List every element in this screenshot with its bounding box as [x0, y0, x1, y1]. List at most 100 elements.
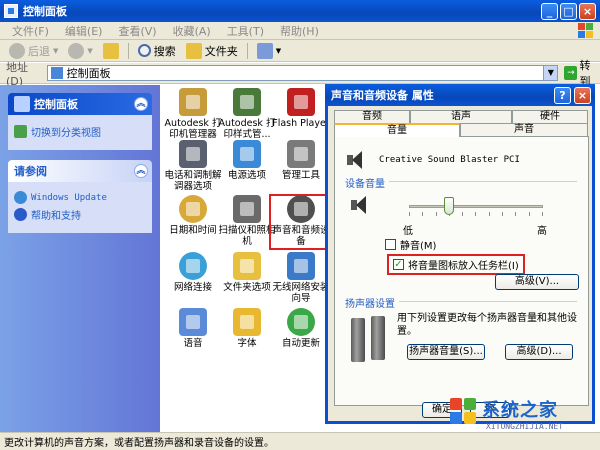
autodesk-plot-style-item[interactable]: Autodesk 打印样式管...	[218, 88, 276, 140]
minimize-button[interactable]: _	[541, 3, 558, 20]
chevron-down-icon[interactable]: ▼	[543, 66, 558, 80]
chevron-down-icon: ▼	[53, 46, 59, 55]
fonts-folder-icon	[233, 308, 261, 336]
collapse-icon[interactable]: ︽	[134, 164, 148, 178]
tab-volume[interactable]: 音量	[334, 123, 460, 137]
back-button[interactable]: 后退 ▼	[6, 42, 61, 60]
dialog-titlebar[interactable]: 声音和音频设备 属性 ? ×	[325, 84, 595, 106]
item-label: 扫描仪和照相机	[218, 225, 276, 247]
item-label: 电源选项	[227, 170, 266, 181]
close-button[interactable]: ×	[579, 3, 596, 20]
tab-sounds[interactable]: 声音	[460, 123, 588, 136]
folders-label: 文件夹	[204, 44, 238, 58]
search-button[interactable]: 搜索	[135, 42, 179, 60]
automatic-updates-item[interactable]: 自动更新	[272, 308, 330, 349]
phone-modem-item[interactable]: 电话和调制解调器选项	[164, 140, 222, 192]
item-label: 自动更新	[281, 338, 320, 349]
speaker-advanced-button[interactable]: 高级(D)...	[505, 344, 573, 360]
speaker-icon	[345, 149, 367, 171]
menu-help[interactable]: 帮助(H)	[272, 23, 327, 39]
forward-button[interactable]: ▼	[65, 42, 95, 60]
device-volume-group: 设备音量 低 高 静音(M) ✓ 将音量图标放入任务栏(I) 高级(V)...	[345, 175, 579, 290]
category-view-icon	[14, 125, 27, 138]
maximize-button[interactable]: □	[560, 3, 577, 20]
toolbar: 后退 ▼ ▼ 搜索 文件夹 ▼	[0, 40, 600, 62]
collapse-icon[interactable]: ︽	[134, 97, 148, 111]
admin-tools-icon	[287, 140, 315, 168]
group-title: 扬声器设置	[345, 295, 399, 310]
control-panel-icon	[14, 96, 30, 112]
tab-audio-back[interactable]: 音频	[334, 110, 410, 123]
item-label: Autodesk 打印机管理器	[164, 118, 222, 140]
wireless-setup-item[interactable]: 无线网络安装向导	[272, 252, 330, 304]
dialog-close-button[interactable]: ×	[574, 87, 591, 104]
wireless-icon	[287, 252, 315, 280]
date-time-item[interactable]: 日期和时间	[164, 195, 222, 236]
windows-logo-icon	[578, 23, 594, 39]
folder-options-item[interactable]: 文件夹选项	[218, 252, 276, 293]
window-titlebar[interactable]: 控制面板 _ □ ×	[0, 0, 600, 22]
scanner-icon	[233, 195, 261, 223]
tab-voice[interactable]: 语声	[410, 110, 512, 123]
plot-style-icon	[233, 88, 261, 116]
clock-icon	[179, 195, 207, 223]
folders-button[interactable]: 文件夹	[183, 42, 241, 60]
status-text: 更改计算机的声音方案，或者配置扬声器和录音设备的设置。	[4, 438, 274, 449]
panel-title: 控制面板	[34, 98, 78, 111]
mute-checkbox[interactable]: 静音(M)	[385, 237, 436, 252]
link-label: Windows Update	[31, 192, 107, 203]
views-button[interactable]: ▼	[254, 42, 284, 60]
help-button[interactable]: ?	[554, 87, 571, 104]
printer-manager-icon	[179, 88, 207, 116]
address-bar: 地址(D) 控制面板 ▼ → 转到	[0, 59, 600, 88]
menu-view[interactable]: 查看(V)	[110, 23, 164, 39]
advanced-volume-button[interactable]: 高级(V)...	[495, 274, 579, 290]
menu-edit[interactable]: 编辑(E)	[57, 23, 111, 39]
speakers-icon	[349, 314, 389, 364]
sound-properties-dialog: 声音和音频设备 属性 ? × 音频 语声 硬件 音量 声音 Creative S…	[325, 84, 595, 424]
control-panel-icon	[50, 67, 63, 79]
highlight-box	[269, 194, 327, 250]
menu-tools[interactable]: 工具(T)	[219, 23, 272, 39]
volume-slider-track[interactable]	[409, 205, 543, 208]
address-field[interactable]: 控制面板 ▼	[46, 65, 559, 81]
admin-tools-item[interactable]: 管理工具	[272, 140, 330, 181]
see-also-panel-header[interactable]: 请参阅 ︽	[8, 160, 152, 182]
speaker-description: 用下列设置更改每个扬声器音量和其他设置。	[397, 313, 577, 337]
item-label: 管理工具	[281, 170, 320, 181]
menu-file[interactable]: 文件(F)	[4, 23, 57, 39]
panel-body: 切换到分类视图	[8, 115, 152, 150]
checkbox-box	[385, 239, 396, 250]
panel-body: Windows Update 帮助和支持	[8, 182, 152, 233]
control-panel-panel-header[interactable]: 控制面板 ︽	[8, 93, 152, 115]
speaker-volume-button[interactable]: 扬声器音量(S)...	[407, 344, 485, 360]
device-row: Creative Sound Blaster PCI	[345, 149, 520, 171]
up-button[interactable]	[100, 42, 122, 60]
site-watermark: 系统之家 XITONGZHIJIA.NET	[450, 394, 598, 444]
item-label: 文件夹选项	[223, 282, 271, 293]
tab-hardware[interactable]: 硬件	[512, 110, 588, 123]
windows-update-link[interactable]: Windows Update	[14, 191, 146, 204]
menu-favorites[interactable]: 收藏(A)	[165, 23, 219, 39]
speech-item[interactable]: 语音	[164, 308, 222, 349]
switch-category-view-link[interactable]: 切换到分类视图	[14, 124, 146, 139]
network-globe-icon	[179, 252, 207, 280]
flash-player-item[interactable]: Flash Player	[272, 88, 330, 129]
help-support-link[interactable]: 帮助和支持	[14, 207, 146, 222]
chevron-down-icon: ▼	[87, 46, 93, 55]
scanners-cameras-item[interactable]: 扫描仪和照相机	[218, 195, 276, 247]
power-options-item[interactable]: 电源选项	[218, 140, 276, 181]
phone-icon	[179, 140, 207, 168]
item-label: 日期和时间	[169, 225, 217, 236]
address-value: 控制面板	[66, 67, 111, 80]
volume-slider-thumb[interactable]	[444, 197, 455, 215]
back-arrow-icon	[9, 42, 25, 59]
autodesk-printer-manager-item[interactable]: Autodesk 打印机管理器	[164, 88, 222, 140]
menu-bar: 文件(F) 编辑(E) 查看(V) 收藏(A) 工具(T) 帮助(H)	[0, 22, 600, 40]
search-label: 搜索	[153, 44, 176, 58]
fonts-item[interactable]: 字体	[218, 308, 276, 349]
toolbar-divider	[127, 42, 129, 59]
chevron-down-icon: ▼	[275, 46, 282, 55]
network-connections-item[interactable]: 网络连接	[164, 252, 222, 293]
tray-icon-checkbox[interactable]: ✓ 将音量图标放入任务栏(I)	[387, 254, 525, 275]
